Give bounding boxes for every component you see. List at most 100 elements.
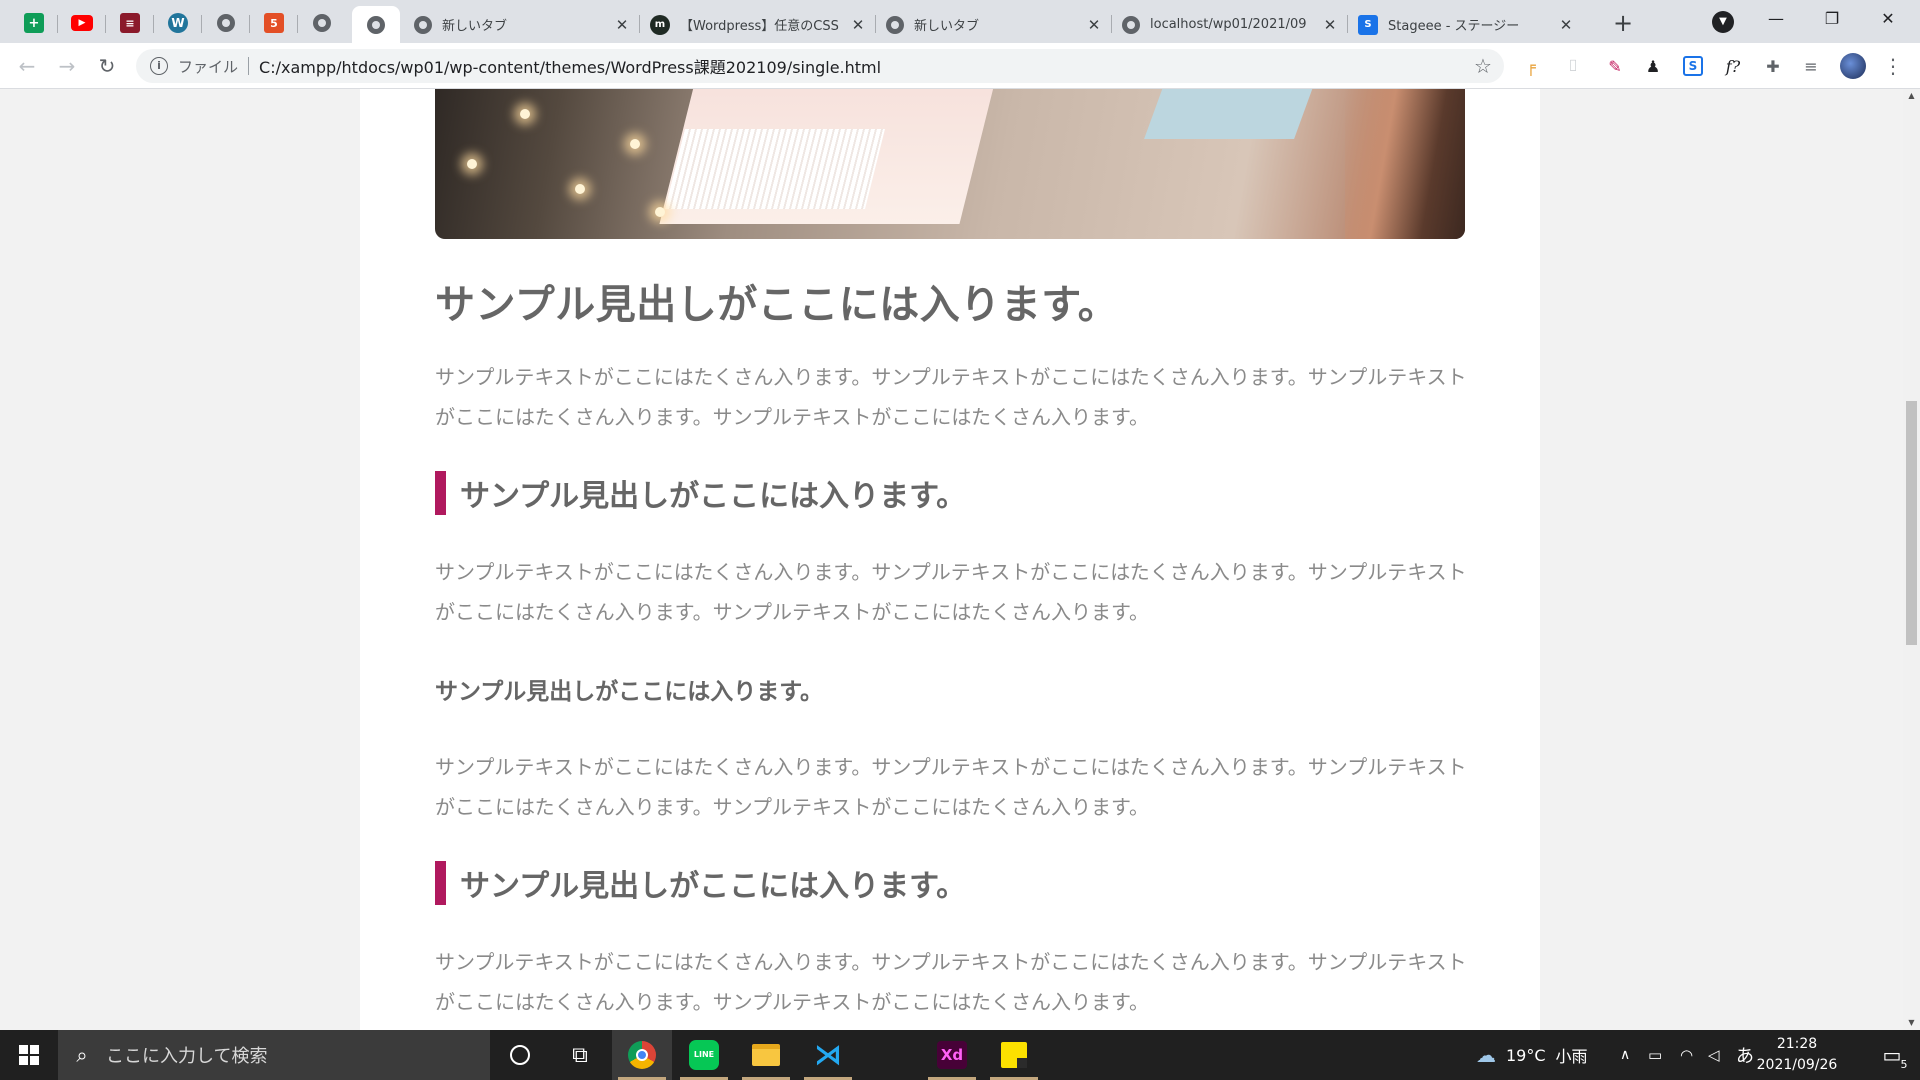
pinned-tab[interactable]: + <box>10 6 58 40</box>
tab-title: 新しいタブ <box>442 19 508 34</box>
scroll-up-icon[interactable]: ▲ <box>1903 89 1920 103</box>
article-title: サンプル見出しがここには入ります。 <box>435 282 1119 328</box>
heading-accent-bar <box>435 471 446 515</box>
tab-close-icon[interactable]: ✕ <box>614 16 630 34</box>
tab-search-icon[interactable]: ▼ <box>1712 11 1734 33</box>
bookmark-star-icon[interactable]: ☆ <box>1468 54 1498 78</box>
restore-button[interactable]: ❐ <box>1804 0 1860 40</box>
tray-overflow-icon[interactable]: ∧ <box>1620 1030 1630 1080</box>
volume-icon[interactable]: ◁ <box>1708 1030 1720 1080</box>
tab-title: Stageee - ステージー <box>1388 19 1520 34</box>
wordpress-icon: W <box>168 13 188 33</box>
stageee-icon[interactable]: S <box>1680 53 1706 79</box>
back-button[interactable]: ← <box>12 51 42 81</box>
pinned-tab[interactable] <box>298 6 346 40</box>
globe-icon <box>217 14 235 32</box>
tab-close-icon[interactable]: ✕ <box>1086 16 1102 34</box>
close-window-button[interactable]: ✕ <box>1860 0 1916 40</box>
info-icon[interactable]: i <box>150 57 168 75</box>
forward-button[interactable]: → <box>52 51 82 81</box>
scheme-label: ファイル <box>178 57 239 76</box>
paragraph: サンプルテキストがここにはたくさん入ります。サンプルテキストがここにはたくさん入… <box>435 560 1467 624</box>
avatar[interactable] <box>1840 53 1866 79</box>
globe-icon <box>313 14 331 32</box>
page-scrollbar[interactable]: ▲ ▼ <box>1903 89 1920 1030</box>
line-icon[interactable]: LINE <box>674 1030 734 1080</box>
chrome-icon[interactable] <box>612 1030 672 1080</box>
weather-condition: 小雨 <box>1555 1047 1588 1066</box>
color-picker-icon[interactable]: ✎ <box>1602 53 1628 79</box>
file-explorer-icon[interactable] <box>736 1030 796 1080</box>
pinned-tab[interactable]: ▶ <box>58 6 106 40</box>
browser-tab[interactable]: localhost/wp01/2021/09 ✕ <box>1112 6 1348 43</box>
browser-tab[interactable]: 新しいタブ ✕ <box>404 6 640 43</box>
tab-close-icon[interactable]: ✕ <box>1558 16 1574 34</box>
battery-icon[interactable]: ▭ <box>1648 1030 1662 1080</box>
sticky-notes-icon[interactable] <box>984 1030 1044 1080</box>
notification-center-icon[interactable]: ▭ 5 <box>1864 1030 1920 1080</box>
section-heading: サンプル見出しがここには入ります。 <box>435 471 966 515</box>
pinned-tab[interactable]: 5 <box>250 6 298 40</box>
hat-icon[interactable]: ♟ <box>1640 53 1666 79</box>
new-tab-button[interactable]: + <box>1608 9 1638 39</box>
vscode-icon[interactable]: ⋊ <box>798 1030 858 1080</box>
minimize-button[interactable]: — <box>1748 0 1804 40</box>
system-clock[interactable]: 21:28 2021/09/26 <box>1752 1034 1842 1076</box>
browser-tab[interactable]: m 【Wordpress】任意のCSS ✕ <box>640 6 876 43</box>
pinned-tab[interactable]: ≡ <box>106 6 154 40</box>
tab-close-icon[interactable]: ✕ <box>850 16 866 34</box>
browser-toolbar: ← → ↻ i ファイル C:/xampp/htdocs/wp01/wp-con… <box>0 43 1920 89</box>
tab-title: 新しいタブ <box>914 19 980 34</box>
pinned-tab[interactable]: W <box>154 6 202 40</box>
stageee-icon: S <box>1358 14 1378 35</box>
formula-icon[interactable]: f? <box>1720 53 1746 79</box>
media-icon[interactable]: ≡ <box>1798 53 1824 79</box>
adobe-xd-icon[interactable]: Xd <box>922 1030 982 1080</box>
menu-icon[interactable]: ⋮ <box>1880 53 1906 79</box>
browser-tab[interactable]: 新しいタブ ✕ <box>876 6 1112 43</box>
globe-icon <box>1122 15 1140 34</box>
globe-icon <box>367 15 385 34</box>
page-viewport: サンプル見出しがここには入ります。 サンプルテキストがここにはたくさん入ります。… <box>0 89 1920 1030</box>
tab-close-icon[interactable]: ✕ <box>1322 16 1338 34</box>
pinned-tab[interactable] <box>202 6 250 40</box>
cloud-rain-icon: ☁ <box>1476 1043 1496 1067</box>
scroll-thumb[interactable] <box>1906 401 1917 645</box>
blog-icon: m <box>650 14 670 35</box>
clock-date: 2021/09/26 <box>1756 1057 1838 1073</box>
scroll-down-icon[interactable]: ▼ <box>1903 1016 1920 1030</box>
address-bar[interactable]: i ファイル C:/xampp/htdocs/wp01/wp-content/t… <box>136 49 1504 83</box>
weather-temp: 19°C <box>1506 1045 1546 1065</box>
youtube-icon: ▶ <box>71 15 93 31</box>
paragraph: サンプルテキストがここにはたくさん入ります。サンプルテキストがここにはたくさん入… <box>435 365 1467 429</box>
weather-widget[interactable]: ☁ 19°C 小雨 <box>1476 1030 1588 1080</box>
start-button[interactable] <box>0 1030 58 1080</box>
html5-icon: 5 <box>264 13 284 33</box>
pen-icon[interactable]: ╒ <box>1518 53 1544 79</box>
tab-title: 【Wordpress】任意のCSS <box>680 19 839 34</box>
windows-taskbar: ⌕ ここに入力して検索 ⧉ LINE ⋊ Xd ☁ 19°C 小雨 ∧ ▭ ◠ … <box>0 1030 1920 1080</box>
hero-image <box>435 89 1465 239</box>
reload-button[interactable]: ↻ <box>92 51 122 81</box>
globe-icon <box>414 15 432 34</box>
pinned-tab-active[interactable] <box>352 6 400 43</box>
tab-strip: + ▶ ≡ W 5 新しいタブ ✕ m 【Wordpress】任意のCSS ✕ … <box>0 0 1920 43</box>
task-view-icon[interactable]: ⧉ <box>550 1030 610 1080</box>
url-text[interactable]: C:/xampp/htdocs/wp01/wp-content/themes/W… <box>259 54 1468 78</box>
paragraph: サンプルテキストがここにはたくさん入ります。サンプルテキストがここにはたくさん入… <box>435 950 1467 1014</box>
windows-icon <box>19 1045 39 1065</box>
sheets-icon: + <box>24 13 44 33</box>
search-placeholder: ここに入力して検索 <box>106 1046 268 1067</box>
subsection-heading: サンプル見出しがここには入ります。 <box>435 679 824 705</box>
cortana-icon[interactable] <box>490 1030 550 1080</box>
bookmark-icon[interactable]: ⌷ <box>1560 53 1586 79</box>
bookmark-app-icon: ≡ <box>120 13 140 33</box>
clock-time: 21:28 <box>1776 1036 1818 1052</box>
tab-title: localhost/wp01/2021/09 <box>1150 17 1307 32</box>
search-icon: ⌕ <box>76 1043 88 1067</box>
wifi-icon[interactable]: ◠ <box>1680 1030 1693 1080</box>
browser-tab[interactable]: S Stageee - ステージー ✕ <box>1348 6 1584 43</box>
puzzle-icon[interactable]: ✚ <box>1760 53 1786 79</box>
article-container: サンプル見出しがここには入ります。 サンプルテキストがここにはたくさん入ります。… <box>360 89 1540 1030</box>
taskbar-search[interactable]: ⌕ ここに入力して検索 <box>58 1030 490 1080</box>
